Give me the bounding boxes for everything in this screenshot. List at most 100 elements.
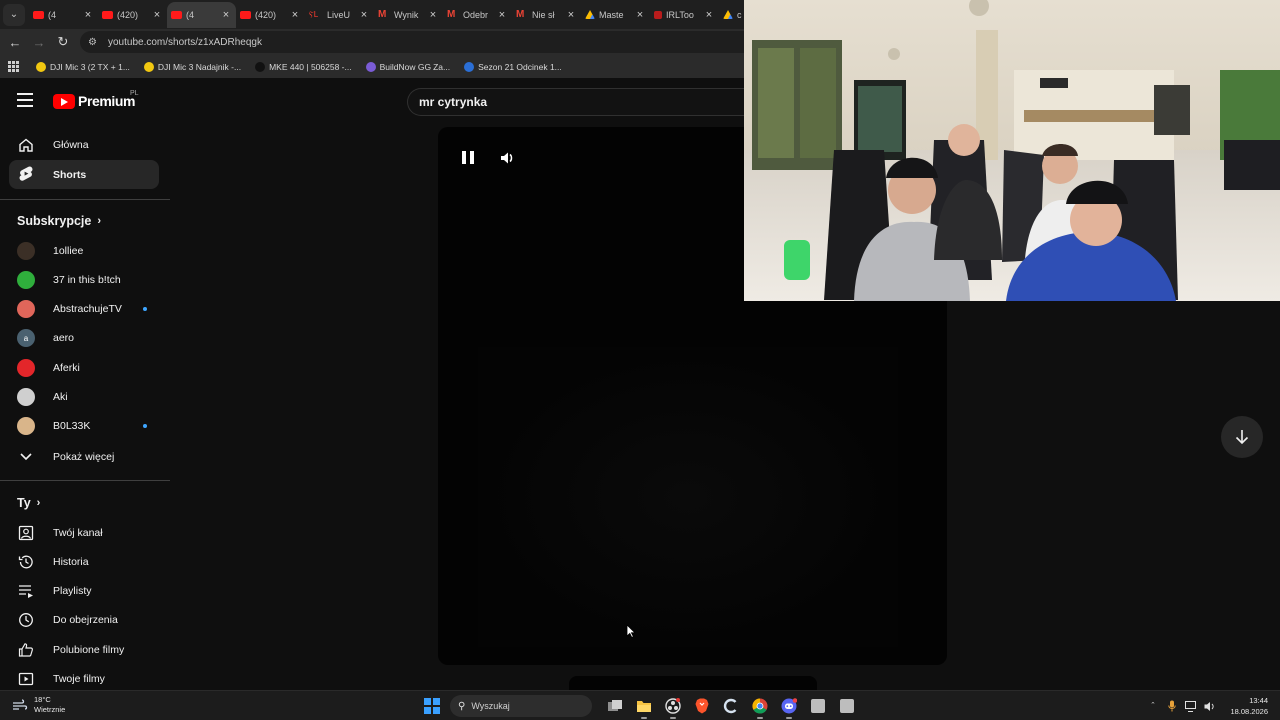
wind-weather-icon (13, 699, 28, 710)
you-item[interactable]: Do obejrzenia (9, 606, 159, 635)
task-view-icon[interactable] (605, 696, 625, 716)
close-tab-icon[interactable]: × (702, 9, 716, 21)
close-tab-icon[interactable]: × (150, 9, 164, 21)
system-tray: ˆ (1146, 696, 1222, 716)
browser-tab[interactable]: (4 × (29, 2, 98, 28)
youtube-play-logo-icon (53, 93, 75, 109)
thumb-up-icon (17, 641, 35, 659)
bookmark-label: Sezon 21 Odcinek 1... (478, 61, 562, 72)
microphone-icon[interactable] (1165, 699, 1179, 713)
you-item[interactable]: Playlisty (9, 577, 159, 606)
subscription-item[interactable]: Aferki (9, 353, 159, 382)
bookmark-item[interactable]: MKE 440 | 506258 -... (255, 61, 352, 72)
windows-start-icon[interactable] (424, 698, 440, 714)
sidebar-item-home[interactable]: Główna (9, 130, 159, 159)
channel-avatar (17, 358, 35, 377)
browser-tab[interactable]: (420) × (236, 2, 305, 28)
site-info-icon[interactable]: ⚙ (88, 37, 102, 48)
chevron-right-icon: › (97, 215, 102, 227)
system-clock[interactable]: 13:44 18.08.2026 (1224, 695, 1268, 717)
show-more-button[interactable]: Pokaż więcej (9, 442, 159, 471)
you-item[interactable]: Historia (9, 547, 159, 576)
app-icon[interactable] (808, 696, 828, 716)
tab-search-chevron-icon[interactable]: ⌄ (3, 3, 25, 26)
youtube-premium-logo[interactable]: Premium (53, 93, 136, 109)
next-short-button[interactable] (1221, 416, 1263, 458)
close-tab-icon[interactable]: × (564, 9, 578, 21)
sidebar-divider (0, 199, 170, 200)
tab-title: Nie sł (532, 9, 555, 20)
close-tab-icon[interactable]: × (426, 9, 440, 21)
address-bar[interactable]: ⚙ youtube.com/shorts/z1xADRheqgk (80, 31, 780, 53)
ccleaner-icon[interactable] (721, 696, 741, 716)
tab-title: (420) (255, 9, 277, 20)
subscription-item[interactable]: B0L33K (9, 412, 159, 441)
arrow-down-icon (1235, 430, 1249, 445)
forward-arrow-icon[interactable]: → (27, 30, 51, 54)
bookmark-item[interactable]: DJI Mic 3 Nadajnik -... (143, 61, 241, 72)
browser-tab[interactable]: ⲊL LiveU × (305, 2, 374, 28)
bookmark-label: Za... (433, 61, 451, 72)
bookmark-item[interactable]: DJI Mic 3 (2 TX + 1... (36, 61, 130, 72)
weather-widget[interactable]: 18°C Wietrznie (12, 695, 65, 715)
bookmark-label: MKE 440 | 506258 -... (269, 61, 352, 72)
tab-title: Wynik (394, 9, 419, 20)
close-tab-icon[interactable]: × (219, 9, 233, 21)
next-short-preview[interactable] (569, 676, 817, 690)
close-tab-icon[interactable]: × (633, 9, 647, 21)
brave-icon[interactable] (692, 696, 712, 716)
back-arrow-icon[interactable]: ← (3, 30, 27, 54)
file-explorer-icon[interactable] (634, 696, 654, 719)
speaker-icon[interactable] (1203, 699, 1217, 713)
browser-tab[interactable]: Maste × (581, 2, 650, 28)
discord-icon[interactable] (779, 696, 799, 719)
subscriptions-heading[interactable]: Subskrypcje › (17, 214, 101, 228)
you-item[interactable]: Twój kanał (9, 518, 159, 547)
subscription-item[interactable]: 37 in this b!tch (9, 265, 159, 294)
tab-list: (4 × (420) × (4 × (420) × ⲊL LiveU × M Wynik × M Odebr ×… (29, 1, 743, 28)
browser-tab[interactable]: M Nie sł × (512, 2, 581, 28)
subscription-item[interactable]: Aki (9, 383, 159, 412)
bookmark-favicon-icon (36, 61, 46, 72)
subscription-item[interactable]: 1olliee (9, 236, 159, 265)
you-item-label: Do obejrzenia (53, 614, 118, 627)
obs-icon[interactable] (663, 696, 683, 719)
browser-tab[interactable]: M Wynik × (374, 2, 443, 28)
network-icon[interactable] (1184, 699, 1198, 713)
subscription-item[interactable]: AbstrachujeTV (9, 295, 159, 324)
you-heading[interactable]: Ty › (17, 496, 40, 510)
browser-tab[interactable]: (420) × (98, 2, 167, 28)
close-tab-icon[interactable]: × (288, 9, 302, 21)
account-box-icon (17, 524, 35, 542)
chrome-icon[interactable] (750, 696, 770, 719)
you-item-label: Playlisty (53, 585, 92, 598)
search-input[interactable]: mr cytrynka (407, 88, 747, 116)
bookmark-item[interactable]: Za... (433, 62, 450, 72)
show-more-label: Pokaż więcej (53, 450, 115, 463)
close-tab-icon[interactable]: × (81, 9, 95, 21)
app-icon[interactable] (837, 696, 857, 716)
you-item[interactable]: Polubione filmy (9, 635, 159, 664)
close-tab-icon[interactable]: × (495, 9, 509, 21)
browser-tab[interactable]: IRLToo × (650, 2, 719, 28)
browser-tab[interactable]: M Odebr × (443, 2, 512, 28)
sidebar-item-shorts[interactable]: Shorts (9, 160, 159, 189)
close-tab-icon[interactable]: × (357, 9, 371, 21)
new-content-dot (143, 423, 147, 428)
menu-icon[interactable] (17, 93, 33, 107)
volume-icon[interactable] (500, 150, 516, 166)
chevron-up-icon[interactable]: ˆ (1146, 699, 1160, 713)
video-frame (478, 347, 898, 647)
browser-tab[interactable]: (4 × (167, 1, 236, 28)
bookmark-item[interactable]: BuildNow GG (365, 61, 432, 72)
taskbar-search[interactable]: ⚲ Wyszukaj (450, 695, 592, 717)
subscription-item[interactable]: a aero (9, 324, 159, 353)
pause-icon[interactable] (462, 151, 474, 164)
tab-title: LiveU (327, 9, 351, 20)
reload-icon[interactable]: ↻ (51, 30, 75, 54)
tab-title: (420) (117, 9, 139, 20)
bookmark-label: BuildNow GG (379, 61, 432, 72)
apps-grid-icon[interactable] (8, 60, 20, 73)
browser-tab[interactable]: c (719, 2, 743, 28)
bookmark-item[interactable]: Sezon 21 Odcinek 1... (464, 61, 562, 72)
